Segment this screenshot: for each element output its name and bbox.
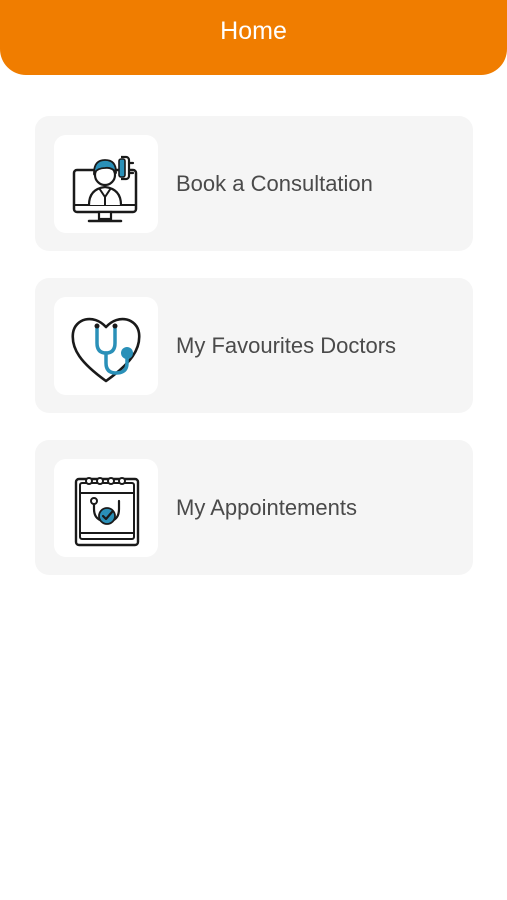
menu-item-label: My Favourites Doctors <box>176 332 397 358</box>
online-doctor-icon <box>54 134 158 233</box>
menu-item-label: Book a Consultation <box>176 170 373 196</box>
heart-stethoscope-icon <box>54 296 158 395</box>
home-menu: Book a Consultation My Favourites Doctor… <box>35 116 473 602</box>
calendar-checkup-icon <box>54 458 158 557</box>
page-title: Home <box>220 17 287 45</box>
menu-item-label: My Appointements <box>176 494 357 520</box>
menu-item-favourite-doctors[interactable]: My Favourites Doctors <box>35 278 473 413</box>
menu-item-book-consultation[interactable]: Book a Consultation <box>35 116 473 251</box>
app-header: Home <box>0 0 507 75</box>
menu-item-appointments[interactable]: My Appointements <box>35 440 473 575</box>
